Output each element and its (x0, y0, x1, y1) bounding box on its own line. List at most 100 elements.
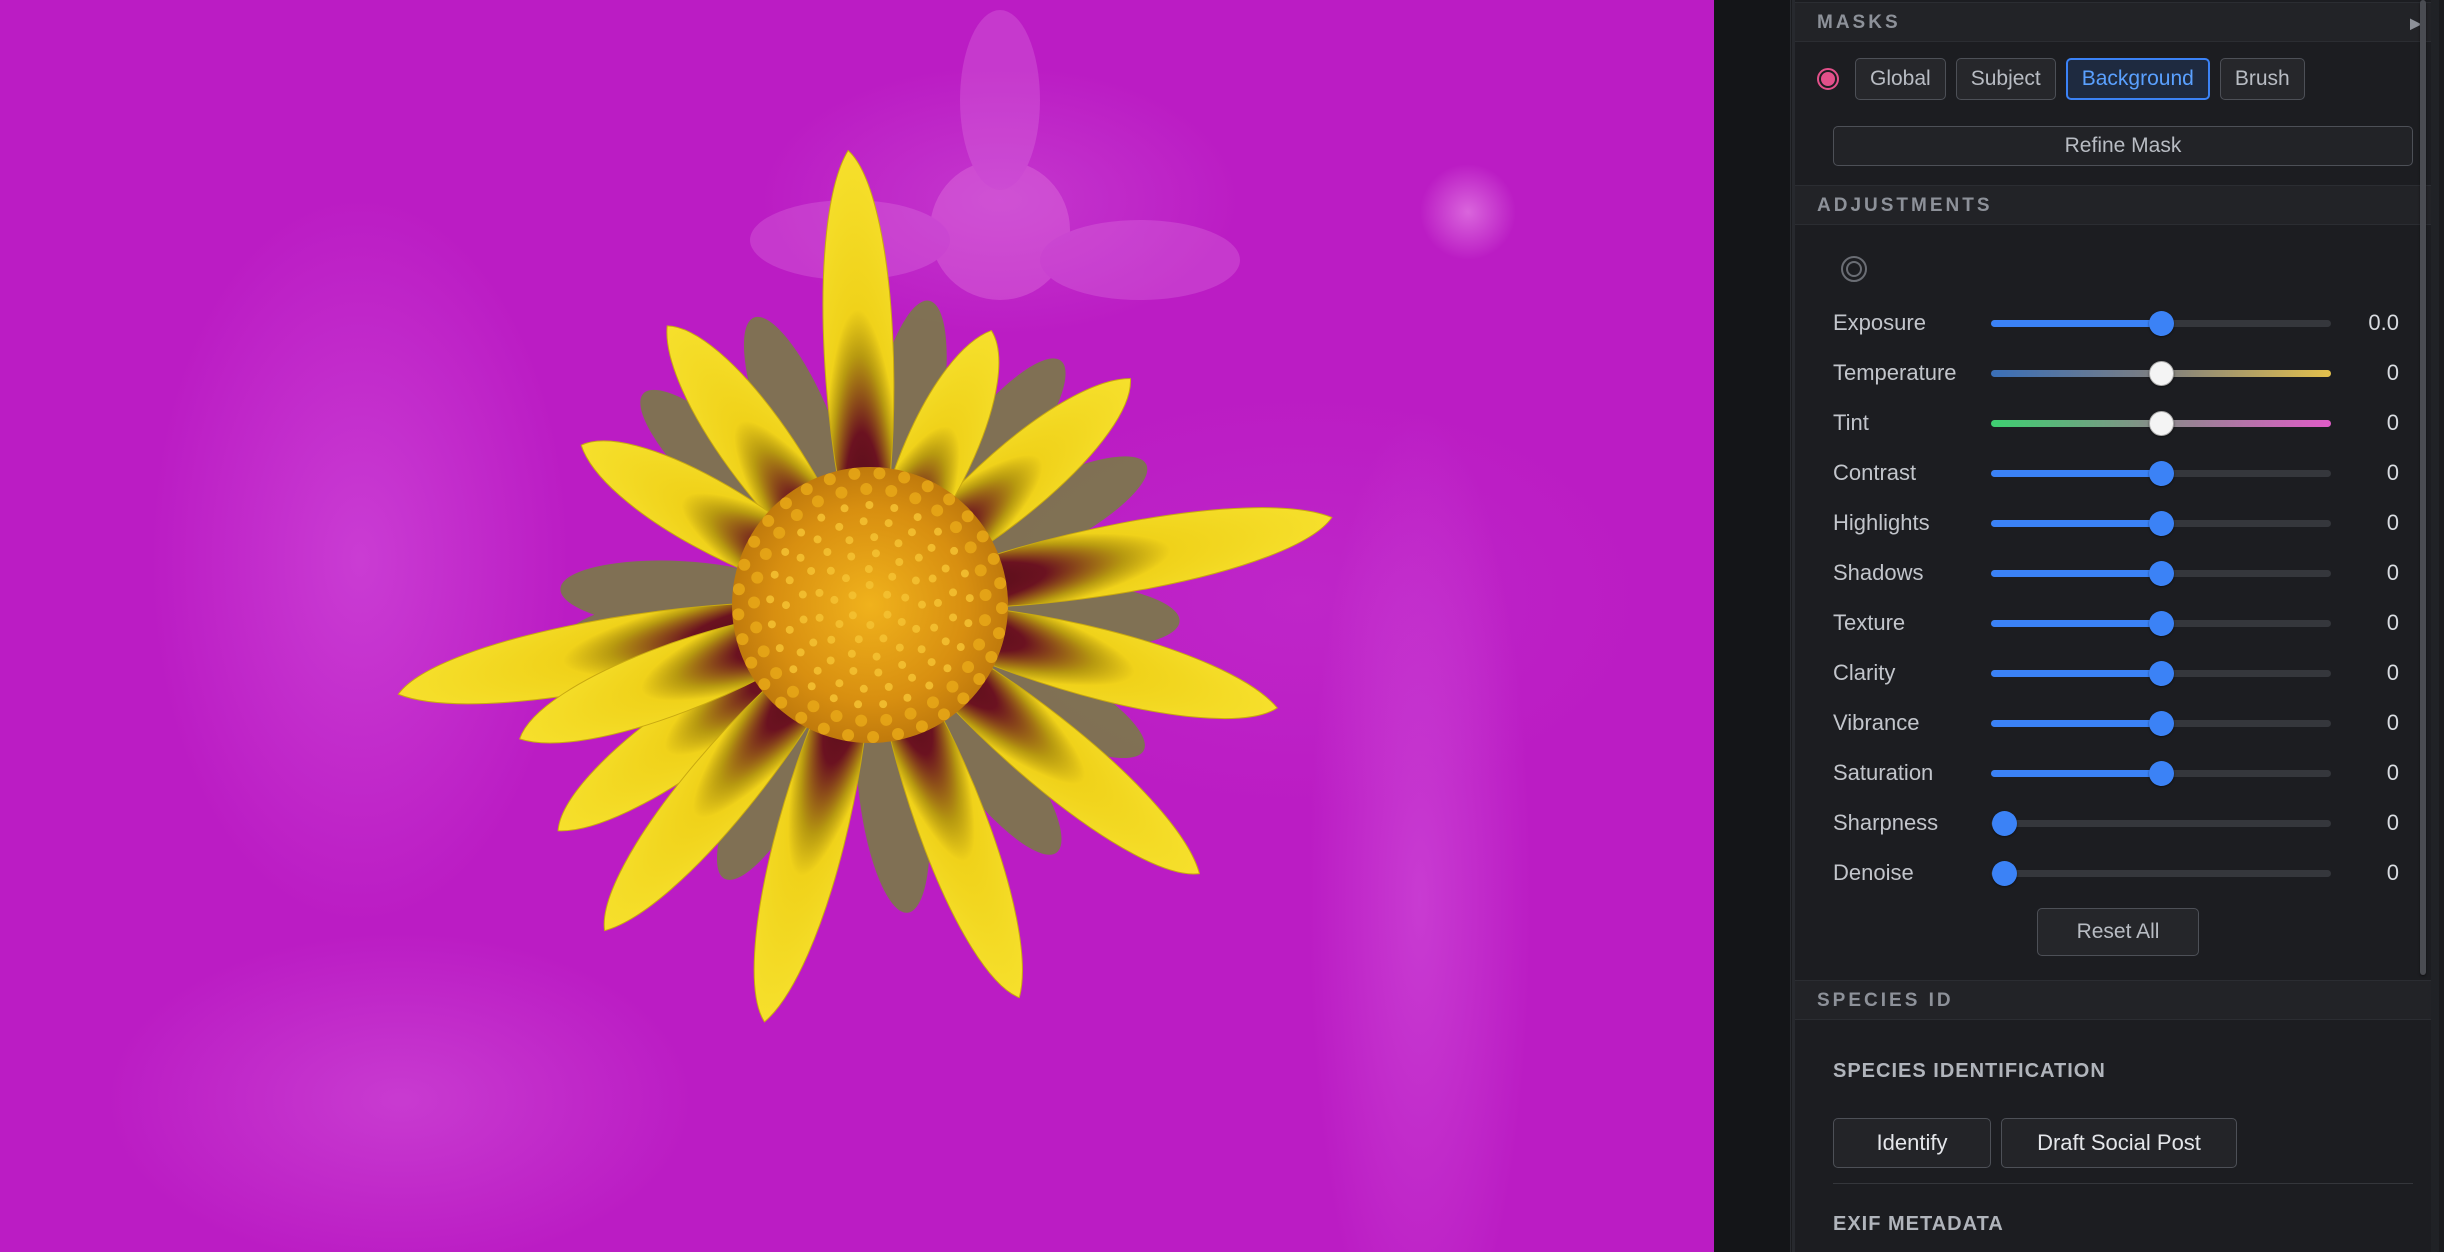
slider-thumb[interactable] (2149, 411, 2174, 436)
slider-thumb[interactable] (1992, 811, 2017, 836)
floret (835, 679, 844, 688)
canvas-gutter (1714, 0, 1791, 1252)
masks-header[interactable]: MASKS ▶ (1795, 2, 2439, 42)
exif-metadata-title: EXIF METADATA (1833, 1213, 2004, 1235)
floret (995, 602, 1008, 615)
floret (961, 510, 974, 523)
floret (817, 722, 830, 735)
floret (748, 596, 761, 609)
floret (807, 700, 820, 713)
mask-brush-button[interactable]: Brush (2219, 58, 2305, 100)
floret (934, 527, 943, 536)
flower-photo (397, 10, 1333, 1023)
slider-thumb[interactable] (2149, 561, 2174, 586)
floret (773, 526, 786, 539)
floret (870, 533, 879, 542)
floret (865, 501, 874, 510)
floret (830, 595, 839, 604)
reset-all-button[interactable]: Reset All (2037, 908, 2199, 956)
adjustment-row-tint: Tint 0 (1795, 398, 2439, 448)
adjustment-value: 0 (2386, 460, 2399, 485)
floret (798, 590, 807, 599)
floret (976, 530, 989, 543)
floret (815, 588, 824, 597)
radial-target-icon[interactable] (1841, 256, 1867, 282)
floret (829, 694, 838, 703)
floret (835, 620, 844, 629)
mask-global-button[interactable]: Global (1855, 58, 1946, 100)
adjustment-row-shadows: Shadows 0 (1795, 548, 2439, 598)
texture-slider[interactable] (1991, 611, 2331, 636)
scrollbar-thumb[interactable] (2420, 0, 2426, 975)
slider-thumb[interactable] (1992, 861, 2017, 886)
shadows-slider[interactable] (1991, 561, 2331, 586)
vibrance-slider[interactable] (1991, 711, 2331, 736)
contrast-slider[interactable] (1991, 461, 2331, 486)
floret (871, 549, 880, 558)
image-canvas[interactable] (0, 0, 1714, 1252)
floret (864, 565, 873, 574)
floret (943, 493, 956, 506)
floret (949, 613, 958, 622)
adjustment-row-texture: Texture 0 (1795, 598, 2439, 648)
floret (884, 519, 893, 528)
floret (903, 693, 912, 702)
floret (941, 637, 950, 646)
adjustment-label: Highlights (1833, 510, 1930, 535)
slider-thumb[interactable] (2149, 761, 2174, 786)
slider-thumb[interactable] (2149, 661, 2174, 686)
tint-slider[interactable] (1991, 411, 2331, 436)
mask-subject-button[interactable]: Subject (1955, 58, 2056, 100)
identify-button[interactable]: Identify (1833, 1118, 1991, 1168)
adjustment-value: 0.0 (2368, 310, 2399, 335)
floret (758, 678, 771, 691)
floret (835, 486, 848, 499)
floret (914, 553, 923, 562)
floret (933, 598, 942, 607)
adjustment-label: Clarity (1833, 660, 1896, 685)
slider-thumb[interactable] (2149, 511, 2174, 536)
adjustments-header-label: ADJUSTMENTS (1817, 195, 1993, 216)
floret (782, 601, 790, 610)
floret (895, 558, 904, 567)
slider-thumb[interactable] (2149, 361, 2174, 386)
right-panel: MASKS ▶ Global Subject Background Brush … (1792, 0, 2439, 1252)
floret (921, 480, 934, 493)
temperature-slider[interactable] (1991, 361, 2331, 386)
species-identification-title: SPECIES IDENTIFICATION (1833, 1060, 2106, 1082)
floret (745, 656, 758, 669)
draft-social-post-button[interactable]: Draft Social Post (2001, 1118, 2237, 1168)
floret (841, 574, 850, 583)
species-id-header[interactable]: SPECIES ID (1795, 980, 2439, 1020)
floret (885, 484, 898, 497)
mask-background-button[interactable]: Background (2065, 58, 2210, 100)
adjustment-row-temperature: Temperature 0 (1795, 348, 2439, 398)
refine-mask-button[interactable]: Refine Mask (1833, 126, 2413, 166)
slider-thumb[interactable] (2149, 711, 2174, 736)
slider-thumb[interactable] (2149, 611, 2174, 636)
clarity-slider[interactable] (1991, 661, 2331, 686)
floret (766, 595, 775, 604)
floret (848, 611, 857, 620)
floret (994, 577, 1007, 590)
floret (956, 643, 965, 652)
panel-scrollbar[interactable] (2420, 0, 2439, 1252)
slider-thumb[interactable] (2149, 311, 2174, 336)
saturation-slider[interactable] (1991, 761, 2331, 786)
floret (927, 658, 936, 667)
denoise-slider[interactable] (1991, 861, 2331, 886)
floret (904, 707, 917, 720)
slider-fill (1991, 470, 2161, 477)
exposure-slider[interactable] (1991, 311, 2331, 336)
mask-type-row: Global Subject Background Brush (1817, 58, 2305, 100)
floret (817, 513, 826, 522)
sharpness-slider[interactable] (1991, 811, 2331, 836)
floret (873, 467, 886, 480)
adjustments-header[interactable]: ADJUSTMENTS (1795, 185, 2439, 225)
floret (883, 610, 892, 619)
floret (823, 473, 836, 486)
slider-thumb[interactable] (2149, 461, 2174, 486)
highlights-slider[interactable] (1991, 511, 2331, 536)
adjustment-value: 0 (2386, 860, 2399, 885)
mask-color-icon[interactable] (1817, 68, 1839, 90)
